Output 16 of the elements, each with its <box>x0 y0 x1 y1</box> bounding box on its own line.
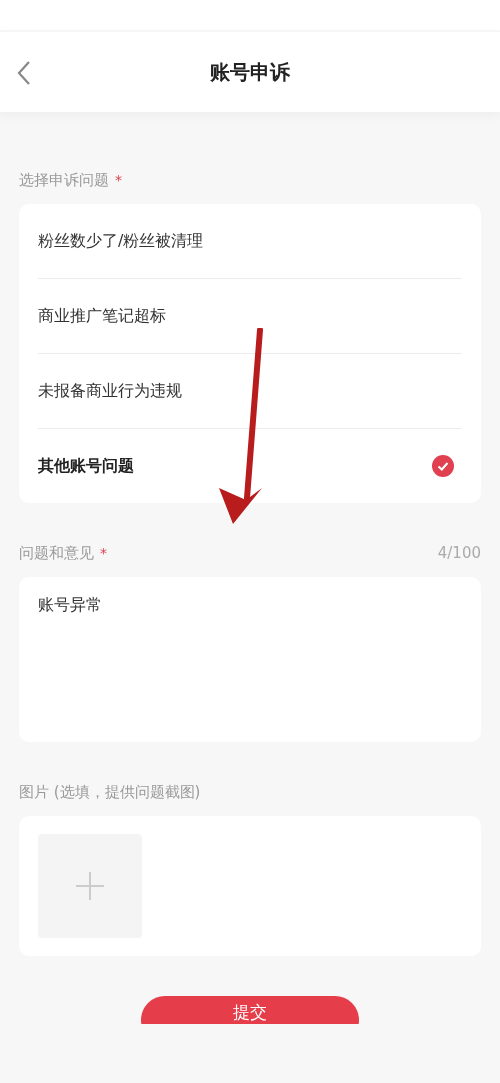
section-label: 选择申诉问题 <box>19 170 109 190</box>
option-item[interactable]: 其他账号问题 <box>38 429 462 503</box>
feedback-field[interactable]: 账号异常 <box>19 577 481 742</box>
option-item[interactable]: 商业推广笔记超标 <box>38 279 462 354</box>
back-icon[interactable] <box>16 60 32 86</box>
option-item[interactable]: 未报备商业行为违规 <box>38 354 462 429</box>
plus-icon <box>75 871 105 901</box>
section-label: 问题和意见 <box>19 543 94 563</box>
option-item[interactable]: 粉丝数少了/粉丝被清理 <box>38 204 462 279</box>
required-mark: * <box>115 172 122 188</box>
section-label: 图片 (选填，提供问题截图) <box>19 782 201 802</box>
submit-button[interactable]: 提交 <box>141 996 359 1024</box>
character-counter: 4/100 <box>437 544 481 562</box>
check-icon <box>432 455 454 477</box>
page-title: 账号申诉 <box>210 58 290 86</box>
required-mark: * <box>100 545 107 561</box>
